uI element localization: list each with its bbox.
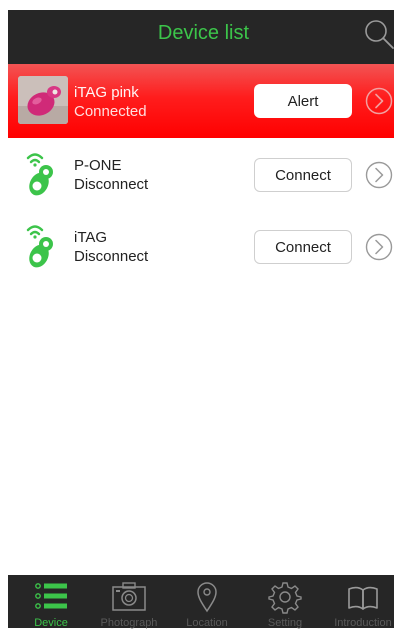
connect-button[interactable]: Connect	[254, 158, 352, 192]
device-name: iTAG pink	[74, 84, 139, 101]
device-status: Connected	[74, 103, 147, 120]
device-info: P-ONE Disconnect	[74, 156, 148, 194]
bluetooth-tag-icon	[26, 225, 53, 268]
connect-button[interactable]: Connect	[254, 230, 352, 264]
device-name: P-ONE	[74, 157, 122, 174]
tab-device[interactable]: Device	[12, 575, 90, 629]
bottom-tab-bar: Device Photograph Location Setting Intro…	[8, 575, 400, 629]
device-status: Disconnect	[74, 176, 149, 193]
chevron-right-icon[interactable]	[364, 86, 394, 116]
tab-introduction[interactable]: Introduction	[324, 575, 400, 629]
tab-label: Introduction	[334, 617, 392, 629]
device-row-itag[interactable]: iTAG Disconnect Connect	[8, 210, 399, 282]
page-title: Device list	[157, 22, 250, 44]
device-photo	[18, 76, 68, 124]
device-row-p-one[interactable]: P-ONE Disconnect Connect	[8, 138, 399, 210]
tab-setting[interactable]: Setting	[246, 575, 324, 629]
location-pin-icon	[197, 582, 217, 613]
bluetooth-tag-icon	[26, 153, 53, 196]
device-status: Disconnect	[74, 248, 149, 265]
tab-photograph[interactable]: Photograph	[90, 575, 168, 629]
search-icon[interactable]	[361, 16, 397, 52]
app-header: Device list	[8, 10, 399, 64]
device-list: iTAG pink Connected Alert P-ONE Disconne…	[8, 64, 399, 282]
list-icon	[35, 583, 67, 609]
alert-button[interactable]: Alert	[254, 84, 352, 118]
camera-icon	[112, 582, 146, 611]
chevron-right-icon[interactable]	[364, 160, 394, 190]
left-frame	[0, 0, 8, 628]
device-info: iTAG Disconnect	[74, 228, 148, 266]
right-frame	[394, 0, 400, 628]
gear-icon	[268, 582, 302, 614]
chevron-right-icon[interactable]	[364, 232, 394, 262]
book-icon	[348, 586, 378, 610]
device-info: iTAG pink Connected	[74, 83, 147, 121]
device-name: iTAG	[74, 229, 108, 246]
itag-photo-icon	[18, 76, 68, 124]
tab-location[interactable]: Location	[168, 575, 246, 629]
device-row-itag-pink[interactable]: iTAG pink Connected Alert	[8, 64, 399, 138]
